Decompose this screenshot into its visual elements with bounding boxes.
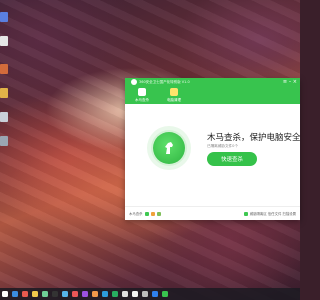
horse-head-icon [165,142,173,154]
office-icon[interactable] [152,291,158,297]
app-icon-1[interactable] [0,12,8,22]
calendar-icon[interactable] [122,291,128,297]
headline: 木马查杀，保护电脑安全 [207,133,301,143]
status-emblem [147,126,191,170]
quick-scan-button[interactable]: 快速查杀 [207,152,257,166]
app-icon-3[interactable] [0,64,8,74]
horse-emblem-icon [153,132,185,164]
store-icon[interactable] [42,291,48,297]
trash-icon[interactable] [142,291,148,297]
logo-icon [131,79,137,85]
quarantine-icon [243,211,248,216]
app-icon-5[interactable] [0,112,8,122]
app-icon-2[interactable] [0,36,8,46]
security-icon[interactable] [62,291,68,297]
terminal-icon[interactable] [52,291,58,297]
tab-trojan-scan[interactable]: 木马查杀 [133,88,151,103]
settings-mini-icon[interactable] [156,211,161,216]
status-subline: 已隔离威胁文件0个 [207,144,239,148]
launcher-icon[interactable] [2,291,8,297]
horse-icon [138,88,146,96]
video-icon[interactable] [82,291,88,297]
browser-icon[interactable] [12,291,18,297]
360-icon[interactable] [162,291,168,297]
taskbar [0,288,300,300]
settings-icon[interactable] [32,291,38,297]
notes-icon[interactable] [132,291,138,297]
desktop-icon-column [0,6,10,160]
minimize-icon[interactable]: – [289,79,292,85]
mail-icon[interactable] [102,291,108,297]
tab-cleanup[interactable]: 电脑清理 [165,88,183,103]
files-icon[interactable] [22,291,28,297]
music-icon[interactable] [72,291,78,297]
window-title: 360安全卫士国产化特别版 V1.0 [139,80,190,84]
security-app-window: 360安全卫士国产化特别版 V1.0 ≡ – × 木马查杀 电脑清理 木马查杀，… [125,78,301,220]
app-icon-6[interactable] [0,136,8,146]
title-bar: 360安全卫士国产化特别版 V1.0 ≡ – × 木马查杀 电脑清理 [125,78,300,104]
close-icon[interactable]: × [293,79,297,85]
footer-left: 木马查杀 [129,211,161,216]
broom-icon [170,88,178,96]
window-controls: ≡ – × [283,79,297,85]
tab-bar: 木马查杀 电脑清理 [133,88,183,103]
main-content: 木马查杀，保护电脑安全 已隔离威胁文件0个 快速查杀 [125,104,301,206]
tab-label: 木马查杀 [135,98,149,102]
footer-left-label: 木马查杀 [129,212,143,216]
window-footer: 木马查杀 威胁隔离区 信任文件 扫描设置 [125,206,300,220]
footer-links[interactable]: 威胁隔离区 信任文件 扫描设置 [250,211,296,216]
menu-icon[interactable]: ≡ [283,79,287,85]
warning-mini-icon[interactable] [150,211,155,216]
tab-label: 电脑清理 [167,98,181,102]
chat-icon[interactable] [112,291,118,297]
shield-mini-icon[interactable] [144,211,149,216]
app-icon-4[interactable] [0,88,8,98]
photos-icon[interactable] [92,291,98,297]
footer-right: 威胁隔离区 信任文件 扫描设置 [243,211,296,216]
